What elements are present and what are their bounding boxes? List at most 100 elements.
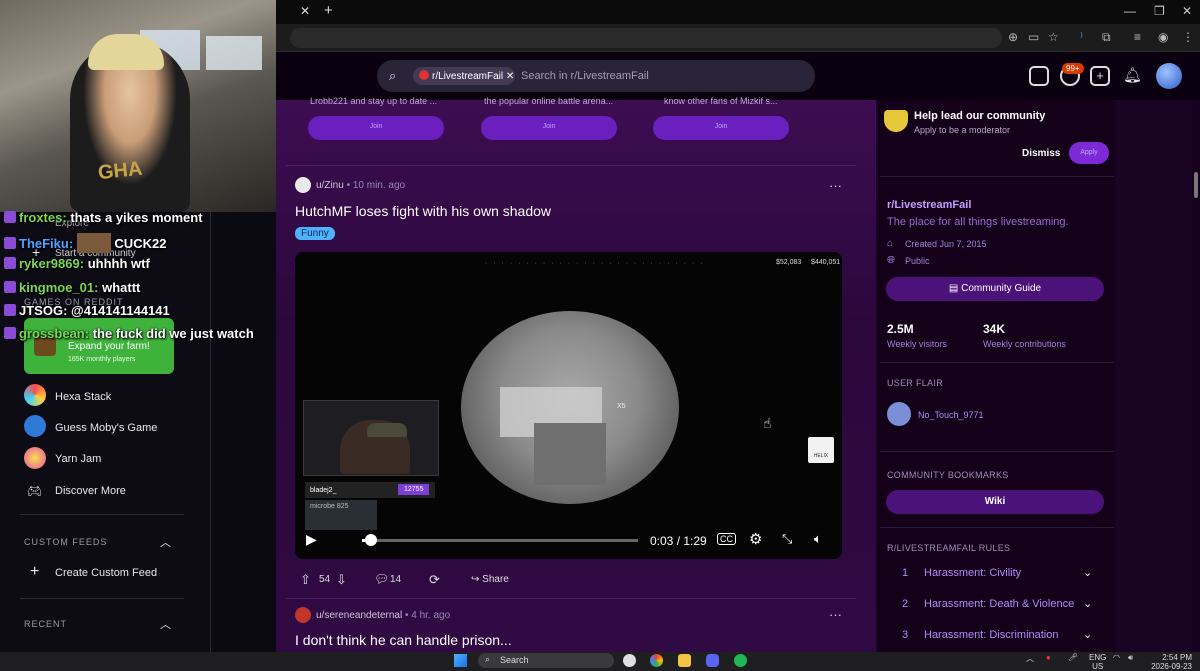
more-options-icon[interactable]: ··· — [829, 607, 842, 622]
nav-yarn-jam[interactable]: Yarn Jam — [55, 453, 101, 465]
minimize-icon[interactable]: — — [1124, 4, 1136, 18]
chevron-down-icon[interactable]: ⌄ — [1083, 566, 1092, 579]
chevron-up-icon[interactable]: ︿ — [160, 534, 171, 550]
settings-gear-icon[interactable]: ⚙︎ — [749, 530, 762, 548]
video-scrubber-handle[interactable] — [365, 534, 377, 546]
extension-icon[interactable]: ⁾ — [1080, 30, 1083, 44]
extensions-puzzle-icon[interactable]: ⧉ — [1102, 30, 1111, 45]
post-author[interactable]: u/sereneandeternal • 4 hr. ago — [316, 610, 450, 621]
taskbar-app-icon[interactable] — [623, 654, 636, 667]
chat-username: grossbean: — [19, 326, 90, 341]
chevron-down-icon[interactable]: ⌄ — [1083, 597, 1092, 610]
wifi-icon[interactable]: ◠ — [1113, 653, 1120, 662]
create-post-icon[interactable]: + — [1090, 66, 1110, 86]
scrollbar-thumb[interactable] — [1194, 172, 1198, 198]
windows-start-icon[interactable] — [454, 654, 467, 667]
downvote-icon[interactable]: ⇩ — [336, 572, 347, 588]
upvote-icon[interactable]: ⇧ — [300, 572, 311, 588]
rule-item[interactable]: Harassment: Death & Violence — [924, 598, 1074, 610]
chevron-down-icon[interactable]: ⌄ — [1083, 628, 1092, 641]
share-label: Share — [482, 574, 509, 585]
sidebar-divider — [880, 527, 1114, 528]
volume-icon[interactable]: 🔈︎ — [814, 531, 822, 547]
clock-date: 2026-09-23 — [1151, 662, 1192, 671]
post-title[interactable]: I don't think he can handle prison... — [295, 632, 512, 648]
fullscreen-icon[interactable]: ⤡ — [782, 531, 792, 547]
menu-kebab-icon[interactable]: ⋮ — [1182, 30, 1194, 44]
post-author[interactable]: u/Zinu • 10 min. ago — [316, 180, 405, 191]
nav-discover-more[interactable]: Discover More — [55, 485, 126, 497]
media-icon[interactable]: ≡ — [1134, 30, 1141, 44]
file-explorer-icon[interactable] — [678, 654, 691, 667]
apply-button[interactable]: Apply — [1069, 142, 1109, 164]
nav-guess-moby[interactable]: Guess Moby's Game — [55, 422, 157, 434]
subreddit-name[interactable]: r/LivestreamFail — [887, 199, 971, 211]
more-options-icon[interactable]: ··· — [829, 178, 842, 193]
taskbar-search[interactable]: ⌕ Search — [478, 653, 614, 668]
post-flair[interactable]: Funny — [295, 227, 335, 240]
community-guide-button[interactable]: ▤ Community Guide — [886, 277, 1104, 301]
captions-icon[interactable]: CC — [717, 533, 736, 545]
sidebar-divider — [880, 451, 1114, 452]
section-recent[interactable]: RECENT — [24, 619, 67, 629]
rule-item[interactable]: Harassment: Discrimination — [924, 629, 1058, 641]
visibility-label: Public — [905, 256, 930, 266]
share-icon: ↪ — [471, 574, 483, 585]
visitors-count: 2.5M — [887, 322, 914, 336]
clock[interactable]: 2:54 PM 2026-09-23 — [1150, 653, 1192, 671]
play-icon[interactable]: ▶︎ — [306, 531, 317, 548]
rule-item[interactable]: Harassment: Civility — [924, 567, 1021, 579]
rule-number: 2 — [902, 598, 909, 610]
language-indicator[interactable]: ENG US — [1089, 653, 1106, 671]
chrome-icon[interactable] — [650, 654, 663, 667]
section-custom-feeds[interactable]: CUSTOM FEEDS — [24, 537, 107, 547]
zoom-icon[interactable]: ⊕ — [1008, 30, 1018, 44]
sidebar-divider — [880, 176, 1114, 177]
nav-hexa-stack[interactable]: Hexa Stack — [55, 391, 111, 403]
share-button[interactable]: ↪ Share — [471, 574, 509, 585]
author-name[interactable]: u/sereneandeternal — [316, 610, 402, 621]
author-avatar[interactable] — [295, 177, 311, 193]
cast-icon[interactable]: ▭ — [1028, 30, 1039, 44]
video-progress-bar[interactable] — [362, 539, 638, 542]
author-name[interactable]: u/Zinu — [316, 180, 344, 191]
comment-icon[interactable]: 💬︎ — [374, 572, 389, 586]
emote-image — [76, 233, 111, 253]
yarn-jam-icon — [24, 447, 46, 469]
profile-icon[interactable]: ◉ — [1158, 30, 1168, 44]
user-flair-name[interactable]: No_Touch_9771 — [918, 410, 984, 420]
crosspost-icon[interactable]: ⟳ — [429, 572, 440, 588]
bookmark-star-icon[interactable]: ☆ — [1048, 30, 1059, 44]
user-avatar[interactable] — [1156, 63, 1182, 89]
post-title[interactable]: HutchMF loses fight with his own shadow — [295, 203, 551, 219]
join-button[interactable]: Join — [308, 116, 444, 140]
close-tab-icon[interactable]: ✕ — [300, 4, 310, 18]
wiki-button[interactable]: Wiki — [886, 490, 1104, 514]
dismiss-button[interactable]: Dismiss — [1022, 148, 1060, 159]
chip-close-icon[interactable]: ✕ — [506, 71, 514, 82]
comment-count[interactable]: 14 — [390, 574, 401, 585]
advertise-icon[interactable] — [1029, 66, 1049, 86]
spotify-icon[interactable] — [734, 654, 747, 667]
new-tab-icon[interactable]: + — [324, 2, 333, 19]
post-time: • 10 min. ago — [346, 180, 406, 191]
nav-create-custom-feed[interactable]: Create Custom Feed — [55, 567, 157, 579]
restore-icon[interactable]: ❐ — [1154, 4, 1165, 18]
address-bar[interactable] — [290, 28, 1002, 48]
author-avatar[interactable] — [295, 607, 311, 623]
join-button[interactable]: Join — [653, 116, 789, 140]
promo-subtitle: 165K monthly players — [68, 356, 136, 363]
compass-bar: · · · · · · · · · · · · · · · · · · · · … — [485, 260, 705, 267]
clock-time: 2:54 PM — [1162, 653, 1192, 662]
hexa-stack-icon — [24, 384, 46, 406]
bell-icon[interactable]: 🔔︎ — [1123, 66, 1142, 84]
microphone-icon[interactable]: 🎤︎ — [1068, 653, 1078, 662]
chevron-up-icon[interactable]: ︿ — [160, 616, 171, 632]
close-window-icon[interactable]: ✕ — [1182, 4, 1192, 18]
subreddit-search-chip[interactable]: r/LivestreamFail ✕ — [413, 67, 515, 85]
discord-icon[interactable] — [706, 654, 719, 667]
tray-chevron-icon[interactable]: ︿ — [1026, 653, 1034, 664]
tray-app-icon[interactable]: ● — [1046, 653, 1051, 662]
join-button[interactable]: Join — [481, 116, 617, 140]
volume-tray-icon[interactable]: 🔊︎ — [1128, 653, 1133, 663]
